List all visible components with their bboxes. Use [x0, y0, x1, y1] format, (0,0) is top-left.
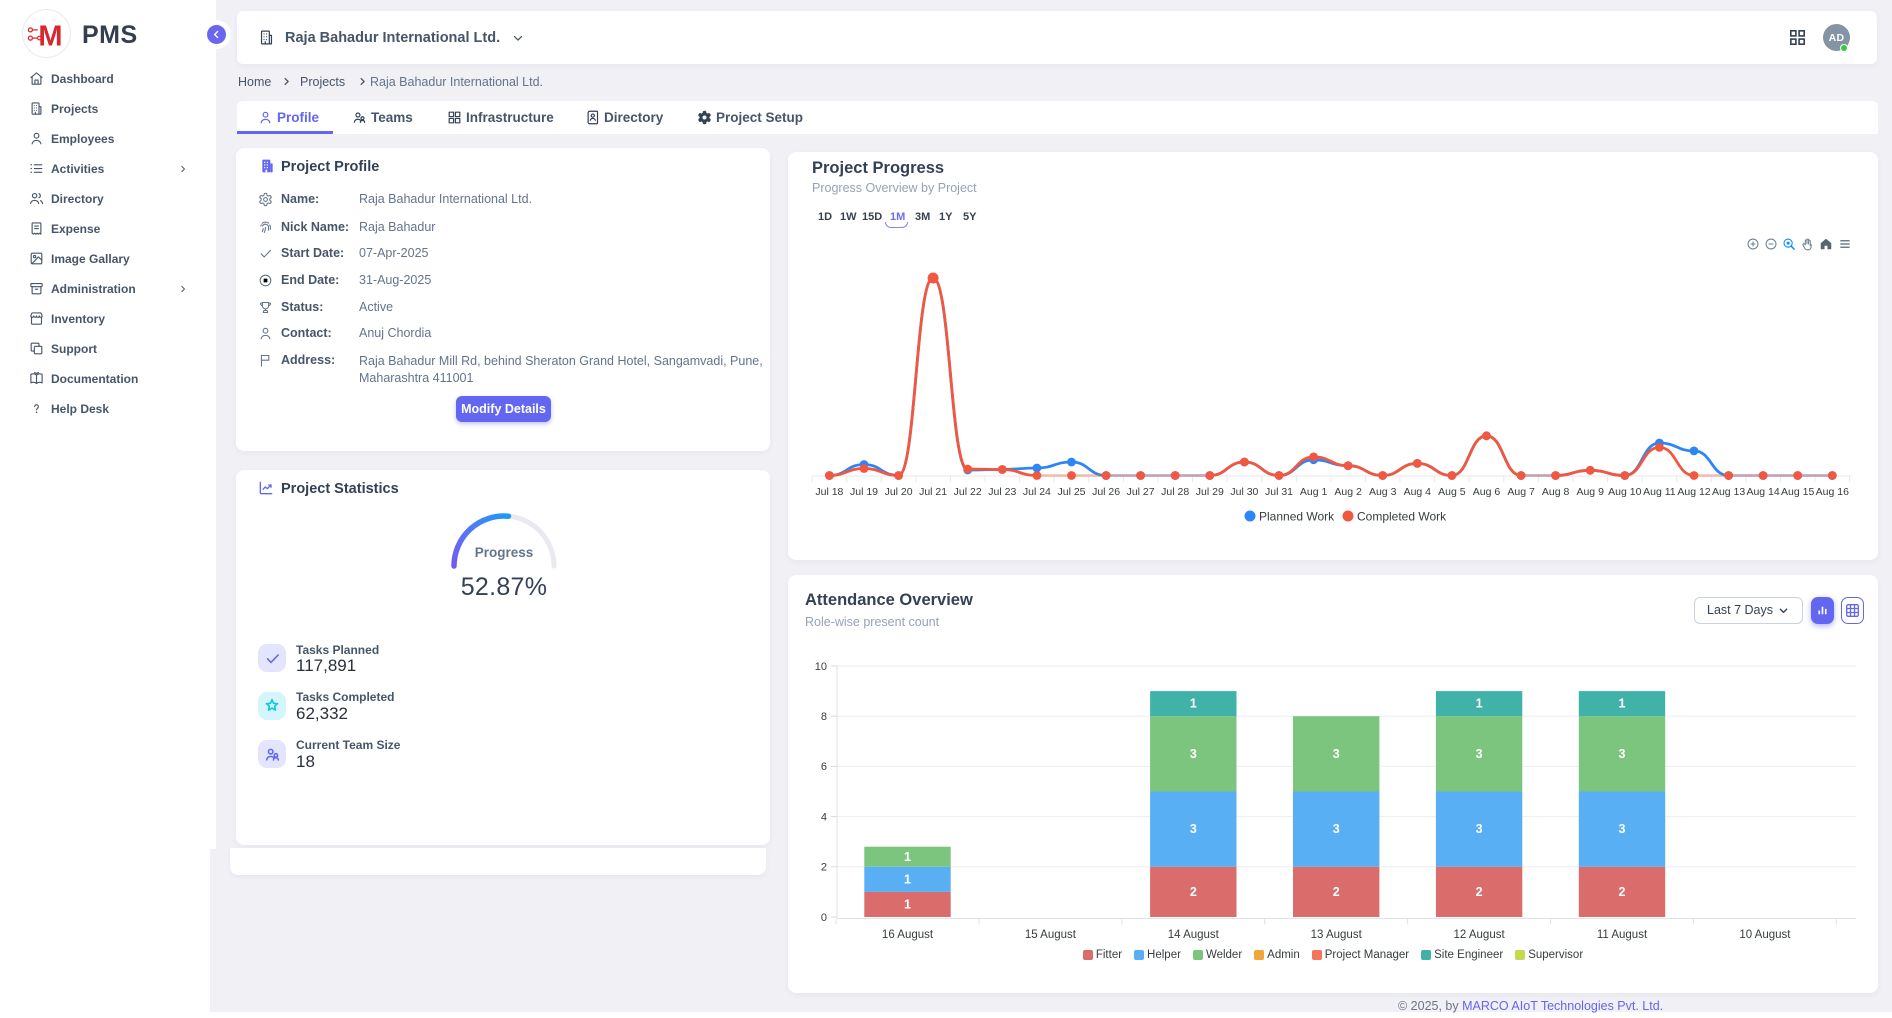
svg-text:Aug 8: Aug 8	[1542, 486, 1570, 498]
svg-text:12 August: 12 August	[1454, 929, 1506, 941]
svg-text:Jul 29: Jul 29	[1196, 486, 1224, 498]
svg-text:Completed Work: Completed Work	[1357, 510, 1447, 524]
svg-text:1: 1	[904, 872, 911, 886]
svg-text:10: 10	[815, 661, 827, 673]
svg-text:3: 3	[1619, 822, 1626, 836]
svg-text:3: 3	[1476, 822, 1483, 836]
svg-text:Jul 22: Jul 22	[954, 486, 982, 498]
svg-text:Jul 20: Jul 20	[885, 486, 913, 498]
svg-text:Aug 14: Aug 14	[1746, 486, 1779, 498]
svg-text:3: 3	[1333, 822, 1340, 836]
svg-text:Aug 13: Aug 13	[1712, 486, 1745, 498]
svg-text:1: 1	[1476, 697, 1483, 711]
svg-text:15 August: 15 August	[1025, 929, 1077, 941]
svg-text:8: 8	[821, 711, 827, 723]
svg-text:4: 4	[821, 811, 827, 823]
svg-text:Aug 12: Aug 12	[1677, 486, 1710, 498]
svg-text:Jul 30: Jul 30	[1230, 486, 1258, 498]
svg-text:2: 2	[821, 862, 827, 874]
svg-text:Aug 4: Aug 4	[1404, 486, 1432, 498]
svg-text:Jul 19: Jul 19	[850, 486, 878, 498]
svg-text:3: 3	[1333, 747, 1340, 761]
svg-text:Aug 10: Aug 10	[1608, 486, 1641, 498]
svg-text:1: 1	[904, 898, 911, 912]
svg-text:10 August: 10 August	[1739, 929, 1791, 941]
svg-text:Aug 16: Aug 16	[1816, 486, 1849, 498]
svg-text:16 August: 16 August	[882, 929, 934, 941]
svg-text:3: 3	[1190, 822, 1197, 836]
svg-text:1: 1	[904, 850, 911, 864]
svg-text:11 August: 11 August	[1597, 929, 1648, 941]
svg-text:1: 1	[1619, 697, 1626, 711]
svg-text:13 August: 13 August	[1311, 929, 1363, 941]
svg-text:Jul 18: Jul 18	[815, 486, 843, 498]
svg-text:2: 2	[1190, 885, 1197, 899]
svg-text:Jul 23: Jul 23	[988, 486, 1016, 498]
svg-text:3: 3	[1190, 747, 1197, 761]
svg-text:2: 2	[1333, 885, 1340, 899]
svg-text:Jul 31: Jul 31	[1265, 486, 1293, 498]
svg-text:Jul 24: Jul 24	[1023, 486, 1051, 498]
svg-text:Jul 28: Jul 28	[1161, 486, 1189, 498]
svg-text:Aug 2: Aug 2	[1334, 486, 1362, 498]
svg-text:Aug 15: Aug 15	[1781, 486, 1814, 498]
svg-text:Aug 3: Aug 3	[1369, 486, 1397, 498]
svg-text:6: 6	[821, 761, 827, 773]
svg-text:Jul 27: Jul 27	[1127, 486, 1155, 498]
svg-text:Jul 25: Jul 25	[1057, 486, 1085, 498]
svg-text:Jul 21: Jul 21	[919, 486, 947, 498]
svg-text:Planned Work: Planned Work	[1259, 510, 1335, 524]
svg-text:M: M	[38, 21, 62, 53]
svg-text:Aug 7: Aug 7	[1507, 486, 1535, 498]
svg-text:Aug 11: Aug 11	[1643, 486, 1676, 498]
svg-text:Aug 1: Aug 1	[1300, 486, 1328, 498]
svg-text:Jul 26: Jul 26	[1092, 486, 1120, 498]
svg-text:0: 0	[821, 912, 827, 924]
svg-text:14 August: 14 August	[1168, 929, 1220, 941]
svg-text:Aug 6: Aug 6	[1473, 486, 1501, 498]
svg-text:Aug 5: Aug 5	[1438, 486, 1466, 498]
svg-text:1: 1	[1190, 697, 1197, 711]
svg-text:2: 2	[1619, 885, 1626, 899]
svg-text:3: 3	[1619, 747, 1626, 761]
svg-text:3: 3	[1476, 747, 1483, 761]
svg-text:2: 2	[1476, 885, 1483, 899]
svg-text:Aug 9: Aug 9	[1576, 486, 1604, 498]
